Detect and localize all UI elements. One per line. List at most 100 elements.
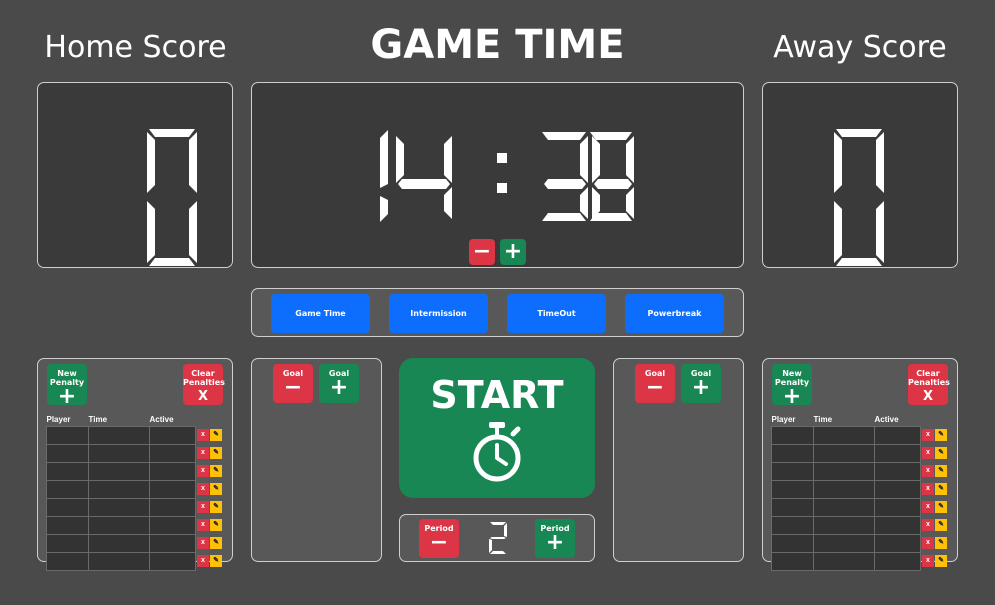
player-cell[interactable] <box>46 444 89 463</box>
active-cell[interactable] <box>149 444 196 463</box>
home-clear-penalties-button[interactable]: Clear Penalties X <box>183 364 225 405</box>
clock-minus-button[interactable]: − <box>469 239 495 265</box>
active-cell[interactable] <box>149 480 196 499</box>
active-cell[interactable] <box>149 498 196 517</box>
edit-icon[interactable]: ✎ <box>210 501 222 514</box>
time-cell[interactable] <box>88 534 150 553</box>
edit-icon[interactable]: ✎ <box>210 465 222 478</box>
away-clear-penalties-button[interactable]: Clear Penalties X <box>908 364 950 405</box>
delete-penalty-button[interactable]: x <box>197 429 209 442</box>
player-cell[interactable] <box>46 480 89 499</box>
delete-penalty-button[interactable]: x <box>197 447 209 460</box>
delete-penalty-button[interactable]: x <box>922 465 934 478</box>
penalty-row: x ✎ <box>46 498 226 517</box>
time-cell[interactable] <box>813 462 875 481</box>
edit-icon[interactable]: ✎ <box>210 429 222 442</box>
mode-timeout-button[interactable]: TimeOut <box>507 294 606 333</box>
delete-penalty-button[interactable]: x <box>922 519 934 532</box>
player-cell[interactable] <box>46 498 89 517</box>
player-cell[interactable] <box>771 426 814 445</box>
active-cell[interactable] <box>149 462 196 481</box>
player-cell[interactable] <box>771 462 814 481</box>
edit-icon[interactable]: ✎ <box>210 519 222 532</box>
time-cell[interactable] <box>813 480 875 499</box>
delete-penalty-button[interactable]: x <box>197 483 209 496</box>
time-cell[interactable] <box>88 480 150 499</box>
start-button[interactable]: START <box>399 358 595 498</box>
period-minus-button[interactable]: Period − <box>419 519 459 558</box>
edit-icon[interactable]: ✎ <box>935 447 947 460</box>
mode-powerbreak-button[interactable]: Powerbreak <box>625 294 724 333</box>
player-cell[interactable] <box>771 444 814 463</box>
edit-icon[interactable]: ✎ <box>210 555 222 568</box>
time-cell[interactable] <box>813 534 875 553</box>
time-cell[interactable] <box>813 498 875 517</box>
delete-penalty-button[interactable]: x <box>197 537 209 550</box>
period-plus-button[interactable]: Period + <box>535 519 575 558</box>
home-new-penalty-button[interactable]: New Penalty + <box>47 364 87 408</box>
active-cell[interactable] <box>149 534 196 553</box>
player-cell[interactable] <box>771 534 814 553</box>
clock-digit-minutes-ones <box>396 136 452 219</box>
active-cell[interactable] <box>874 552 921 571</box>
delete-penalty-button[interactable]: x <box>197 465 209 478</box>
delete-penalty-button[interactable]: x <box>922 429 934 442</box>
time-cell[interactable] <box>813 426 875 445</box>
active-cell[interactable] <box>874 462 921 481</box>
edit-icon[interactable]: ✎ <box>210 537 222 550</box>
away-new-penalty-button[interactable]: New Penalty + <box>772 364 812 408</box>
player-cell[interactable] <box>771 480 814 499</box>
delete-penalty-button[interactable]: x <box>922 501 934 514</box>
player-cell[interactable] <box>46 552 89 571</box>
edit-icon[interactable]: ✎ <box>935 483 947 496</box>
away-goal-plus-button[interactable]: Goal + <box>681 364 721 403</box>
edit-icon[interactable]: ✎ <box>935 465 947 478</box>
delete-penalty-button[interactable]: x <box>197 501 209 514</box>
home-goal-plus-button[interactable]: Goal + <box>319 364 359 403</box>
active-cell[interactable] <box>874 534 921 553</box>
edit-icon[interactable]: ✎ <box>935 555 947 568</box>
mode-intermission-button[interactable]: Intermission <box>389 294 488 333</box>
row-actions: x ✎ <box>921 553 951 571</box>
player-cell[interactable] <box>46 516 89 535</box>
edit-icon[interactable]: ✎ <box>935 519 947 532</box>
delete-penalty-button[interactable]: x <box>922 555 934 568</box>
player-cell[interactable] <box>46 426 89 445</box>
delete-penalty-button[interactable]: x <box>197 555 209 568</box>
active-cell[interactable] <box>149 552 196 571</box>
mode-game-time-button[interactable]: Game Time <box>271 294 370 333</box>
active-cell[interactable] <box>874 444 921 463</box>
edit-icon[interactable]: ✎ <box>935 537 947 550</box>
time-cell[interactable] <box>88 516 150 535</box>
edit-icon[interactable]: ✎ <box>210 447 222 460</box>
player-cell[interactable] <box>771 498 814 517</box>
time-cell[interactable] <box>88 462 150 481</box>
player-cell[interactable] <box>46 462 89 481</box>
delete-penalty-button[interactable]: x <box>922 537 934 550</box>
player-cell[interactable] <box>771 552 814 571</box>
time-cell[interactable] <box>813 444 875 463</box>
edit-icon[interactable]: ✎ <box>935 501 947 514</box>
time-cell[interactable] <box>88 498 150 517</box>
edit-icon[interactable]: ✎ <box>210 483 222 496</box>
delete-penalty-button[interactable]: x <box>197 519 209 532</box>
active-cell[interactable] <box>874 516 921 535</box>
time-cell[interactable] <box>813 552 875 571</box>
delete-penalty-button[interactable]: x <box>922 483 934 496</box>
time-cell[interactable] <box>88 552 150 571</box>
edit-icon[interactable]: ✎ <box>935 429 947 442</box>
away-goal-minus-button[interactable]: Goal − <box>635 364 675 403</box>
active-cell[interactable] <box>874 426 921 445</box>
clock-plus-button[interactable]: + <box>500 239 526 265</box>
home-goal-minus-button[interactable]: Goal − <box>273 364 313 403</box>
active-cell[interactable] <box>149 426 196 445</box>
active-cell[interactable] <box>874 480 921 499</box>
time-cell[interactable] <box>88 426 150 445</box>
player-cell[interactable] <box>771 516 814 535</box>
time-cell[interactable] <box>813 516 875 535</box>
delete-penalty-button[interactable]: x <box>922 447 934 460</box>
time-cell[interactable] <box>88 444 150 463</box>
active-cell[interactable] <box>149 516 196 535</box>
player-cell[interactable] <box>46 534 89 553</box>
active-cell[interactable] <box>874 498 921 517</box>
